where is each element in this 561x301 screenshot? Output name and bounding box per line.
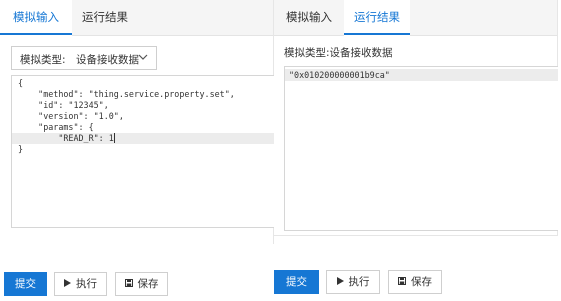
text-cursor xyxy=(113,133,115,143)
run-button[interactable]: 执行 xyxy=(326,270,380,294)
result-type-label: 模拟类型:设备接收数据 xyxy=(284,47,393,59)
result-output-box: "0x010200000001b9ca" xyxy=(284,66,558,231)
simulation-type-value: 设备接收数据 xyxy=(76,54,139,66)
run-button[interactable]: 执行 xyxy=(54,272,107,296)
tab-simulate-input[interactable]: 模拟输入 xyxy=(0,0,72,36)
play-icon xyxy=(336,271,344,293)
code-line: } xyxy=(18,144,24,154)
tab-bar: 模拟输入 运行结果 xyxy=(274,0,557,36)
save-button-label: 保存 xyxy=(137,278,159,290)
save-button-label: 保存 xyxy=(411,276,432,288)
tab-run-result[interactable]: 运行结果 xyxy=(344,0,410,36)
code-editor[interactable]: { "method": "thing.service.property.set"… xyxy=(11,75,274,228)
code-line-active: "READ_R": 1 xyxy=(12,133,274,144)
tab-bar: 模拟输入 运行结果 xyxy=(0,0,273,36)
save-button[interactable]: 保存 xyxy=(115,272,168,296)
code-line: "method": "thing.service.property.set", xyxy=(18,89,235,99)
tab-simulate-input[interactable]: 模拟输入 xyxy=(274,0,344,35)
submit-button[interactable]: 提交 xyxy=(274,270,319,294)
code-line: { xyxy=(18,78,24,88)
result-output-value: "0x010200000001b9ca" xyxy=(285,69,558,81)
simulation-type-select[interactable]: 模拟类型: 设备接收数据 xyxy=(11,46,157,70)
code-line: "params": { xyxy=(18,122,94,132)
run-button-label: 执行 xyxy=(348,276,370,288)
save-button[interactable]: 保存 xyxy=(388,270,442,294)
tab-run-result[interactable]: 运行结果 xyxy=(72,0,138,35)
code-line: "id": "12345", xyxy=(18,100,109,110)
save-icon xyxy=(398,271,406,293)
submit-button[interactable]: 提交 xyxy=(4,272,47,296)
simulation-input-panel: 模拟输入 运行结果 模拟类型: 设备接收数据 { "method": "thin… xyxy=(0,0,274,244)
run-button-label: 执行 xyxy=(76,278,97,290)
run-result-panel: 模拟输入 运行结果 模拟类型:设备接收数据 "0x010200000001b9c… xyxy=(274,0,558,236)
save-icon xyxy=(124,273,133,295)
simulation-type-label: 模拟类型: xyxy=(20,54,66,66)
play-icon xyxy=(64,273,71,295)
code-line: "version": "1.0", xyxy=(18,111,124,121)
code-line-text: "READ_R": 1 xyxy=(18,133,114,143)
chevron-down-icon xyxy=(138,52,148,65)
